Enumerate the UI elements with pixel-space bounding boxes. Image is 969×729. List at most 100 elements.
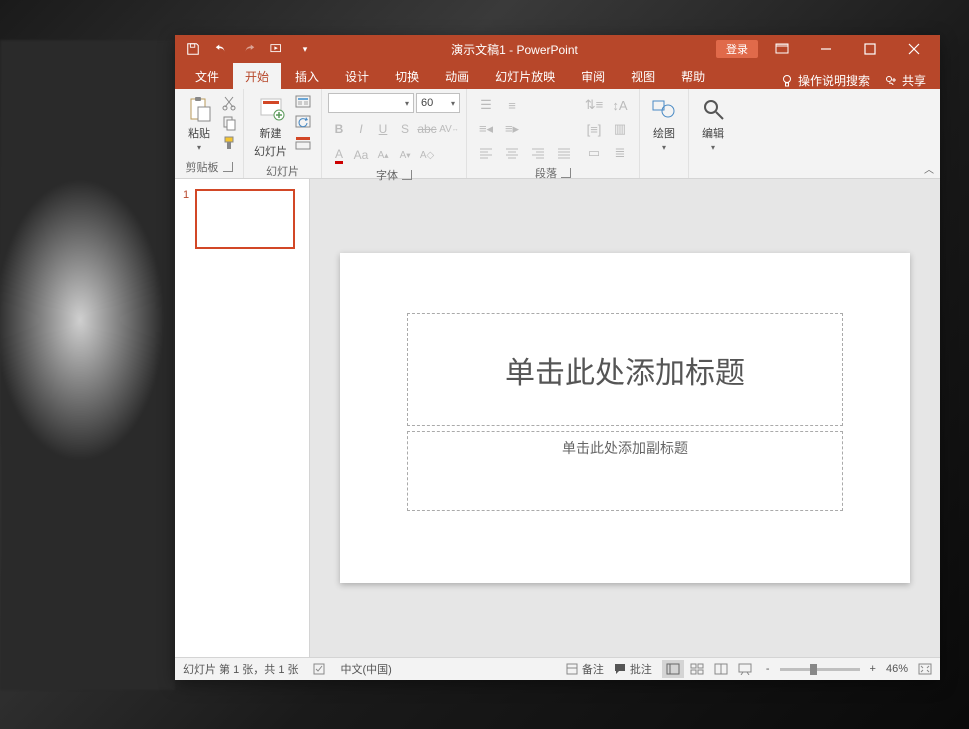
tab-design[interactable]: 设计: [333, 63, 381, 89]
font-color-button[interactable]: A: [328, 145, 350, 165]
ribbon-body: 粘贴 ▾ 剪贴板 新建 幻灯片: [175, 89, 940, 179]
italic-button[interactable]: I: [350, 119, 372, 139]
align-right-button[interactable]: [525, 143, 551, 163]
bold-button[interactable]: B: [328, 119, 350, 139]
section-icon[interactable]: [295, 135, 315, 151]
tab-file[interactable]: 文件: [183, 63, 231, 89]
lightbulb-icon: [780, 74, 794, 88]
cut-icon[interactable]: [221, 95, 237, 111]
tab-slideshow[interactable]: 幻灯片放映: [483, 63, 567, 89]
ribbon-tabs: 文件 开始 插入 设计 切换 动画 幻灯片放映 审阅 视图 帮助 操作说明搜索 …: [175, 63, 940, 89]
zoom-percent[interactable]: 46%: [886, 663, 908, 675]
copy-icon[interactable]: [221, 115, 237, 131]
editing-button[interactable]: 编辑 ▾: [695, 93, 731, 154]
tab-transitions[interactable]: 切换: [383, 63, 431, 89]
title-placeholder[interactable]: 单击此处添加标题: [407, 313, 843, 426]
clipboard-dialog-launcher[interactable]: [223, 162, 233, 172]
group-paragraph: ☰ ≡ ≡◂ ≡▸ ⇅≡: [467, 89, 640, 178]
paragraph-dialog-launcher[interactable]: [561, 168, 571, 178]
slide-thumbnail-1[interactable]: [195, 189, 295, 249]
align-text-button[interactable]: [≡]: [581, 119, 607, 139]
notes-button[interactable]: 备注: [566, 661, 604, 677]
clear-format-button[interactable]: A◇: [416, 145, 438, 165]
shrink-font-button[interactable]: A▾: [394, 145, 416, 165]
group-clipboard: 粘贴 ▾ 剪贴板: [175, 89, 244, 178]
tell-me-label: 操作说明搜索: [798, 72, 870, 89]
font-size-combo[interactable]: 60▾: [416, 93, 460, 113]
tab-insert[interactable]: 插入: [283, 63, 331, 89]
format-painter-icon[interactable]: [221, 135, 237, 151]
new-slide-button[interactable]: 新建 幻灯片: [250, 93, 291, 161]
normal-view-icon[interactable]: [662, 660, 684, 678]
align-left-button[interactable]: [473, 143, 499, 163]
fit-to-window-icon[interactable]: [918, 663, 932, 675]
distribute-button[interactable]: ≣: [607, 143, 633, 163]
font-name-combo[interactable]: ▾: [328, 93, 414, 113]
new-slide-label1: 新建: [260, 125, 282, 141]
tab-view[interactable]: 视图: [619, 63, 667, 89]
slide-counter[interactable]: 幻灯片 第 1 张，共 1 张: [183, 661, 299, 677]
zoom-in-button[interactable]: +: [870, 663, 876, 675]
redo-icon[interactable]: [241, 41, 257, 57]
notes-icon: [566, 663, 578, 675]
shadow-button[interactable]: S: [394, 119, 416, 139]
save-icon[interactable]: [185, 41, 201, 57]
increase-indent-button[interactable]: ≡▸: [499, 119, 525, 139]
subtitle-placeholder[interactable]: 单击此处添加副标题: [407, 431, 843, 511]
clipboard-label: 剪贴板: [186, 159, 219, 175]
paste-button[interactable]: 粘贴 ▾: [181, 93, 217, 154]
tab-help[interactable]: 帮助: [669, 63, 717, 89]
slide: 单击此处添加标题 单击此处添加副标题: [340, 253, 910, 583]
titlebar: ▾ 演示文稿1 - PowerPoint 登录: [175, 35, 940, 63]
convert-smartart-button[interactable]: ▭: [581, 143, 607, 163]
slideshow-view-icon[interactable]: [734, 660, 756, 678]
change-case-button[interactable]: Aa: [350, 145, 372, 165]
reading-view-icon[interactable]: [710, 660, 732, 678]
comments-button[interactable]: 批注: [614, 661, 652, 677]
numbering-button[interactable]: ≡: [499, 95, 525, 115]
start-from-beginning-icon[interactable]: [269, 41, 285, 57]
zoom-slider[interactable]: [780, 668, 860, 671]
statusbar: 幻灯片 第 1 张，共 1 张 中文(中国) 备注 批注 - + 46%: [175, 657, 940, 680]
work-area: 1 单击此处添加标题 单击此处添加副标题: [175, 179, 940, 657]
layout-icon[interactable]: [295, 95, 315, 111]
slide-thumbnail-panel: 1: [175, 179, 310, 657]
grow-font-button[interactable]: A▴: [372, 145, 394, 165]
group-drawing: 绘图 ▾: [640, 89, 689, 178]
share-button[interactable]: 共享: [884, 72, 926, 89]
tab-home[interactable]: 开始: [233, 63, 281, 89]
login-button[interactable]: 登录: [716, 40, 758, 58]
tell-me[interactable]: 操作说明搜索: [780, 72, 870, 89]
thumb-number: 1: [183, 189, 189, 249]
customize-qat-icon[interactable]: ▾: [297, 41, 313, 57]
zoom-out-button[interactable]: -: [766, 663, 770, 675]
tab-animations[interactable]: 动画: [433, 63, 481, 89]
undo-icon[interactable]: [213, 41, 229, 57]
collapse-ribbon-icon[interactable]: ︿: [924, 161, 934, 176]
minimize-icon[interactable]: [806, 35, 846, 63]
slide-sorter-icon[interactable]: [686, 660, 708, 678]
columns-button[interactable]: ▥: [607, 119, 633, 139]
align-center-button[interactable]: [499, 143, 525, 163]
underline-button[interactable]: U: [372, 119, 394, 139]
language-indicator[interactable]: 中文(中国): [341, 661, 392, 677]
reset-icon[interactable]: [295, 115, 315, 131]
drawing-button[interactable]: 绘图 ▾: [646, 93, 682, 154]
char-spacing-button[interactable]: AV↔: [438, 119, 460, 139]
drawing-label: 绘图: [653, 125, 675, 141]
close-icon[interactable]: [894, 35, 934, 63]
slide-canvas-area[interactable]: 单击此处添加标题 单击此处添加副标题: [310, 179, 940, 657]
line-spacing-button[interactable]: ⇅≡: [581, 95, 607, 115]
text-direction-button[interactable]: ↕A: [607, 95, 633, 115]
strike-button[interactable]: abc: [416, 119, 438, 139]
bullets-button[interactable]: ☰: [473, 95, 499, 115]
group-font: ▾ 60▾ B I U S abc AV↔ A Aa A▴ A▾ A◇: [322, 89, 467, 178]
decrease-indent-button[interactable]: ≡◂: [473, 119, 499, 139]
justify-button[interactable]: [551, 143, 577, 163]
spellcheck-icon[interactable]: [313, 662, 327, 676]
comments-icon: [614, 663, 626, 675]
ribbon-display-options-icon[interactable]: [762, 35, 802, 63]
tab-review[interactable]: 审阅: [569, 63, 617, 89]
slides-label: 幻灯片: [266, 163, 299, 179]
maximize-icon[interactable]: [850, 35, 890, 63]
